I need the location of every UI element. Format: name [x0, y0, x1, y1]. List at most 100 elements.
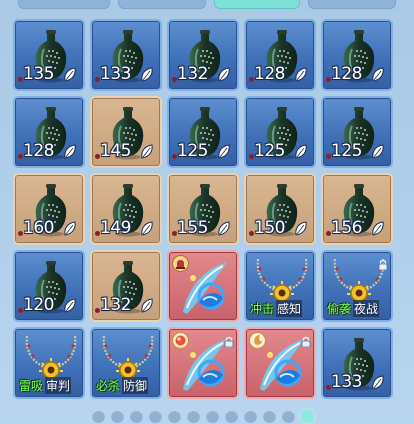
leaf-icon: [217, 144, 231, 160]
inventory-slot[interactable]: 125: [321, 96, 393, 168]
inventory-slot[interactable]: 128: [244, 19, 316, 91]
skill-tag-secondary: 夜战: [353, 300, 380, 317]
leaf-icon: [217, 221, 231, 237]
skill-tags: 冲击 感知: [250, 300, 310, 317]
item-count: 133: [100, 64, 131, 84]
item-count: 133: [331, 372, 362, 392]
inventory-slot[interactable]: 雷吸 审判: [13, 327, 85, 399]
leaf-icon: [294, 144, 308, 160]
item-count: 128: [23, 141, 54, 161]
inventory-slot[interactable]: 149: [90, 173, 162, 245]
inventory-slot[interactable]: 125: [244, 96, 316, 168]
item-count: 135: [23, 64, 54, 84]
leaf-icon: [140, 67, 154, 83]
skill-tag-primary: 雷吸: [19, 379, 44, 393]
item-count: 156: [331, 218, 362, 238]
leaf-icon: [371, 375, 385, 391]
item-count: 128: [331, 64, 362, 84]
page-dot[interactable]: [130, 410, 143, 423]
tab-1[interactable]: [18, 0, 110, 9]
tab-2[interactable]: [118, 0, 206, 9]
inventory-slot[interactable]: [244, 327, 316, 399]
item-count: 125: [254, 141, 285, 161]
leaf-icon: [217, 67, 231, 83]
inventory-slot[interactable]: 160: [13, 173, 85, 245]
item-count: 125: [331, 141, 362, 161]
inventory-slot[interactable]: 128: [13, 96, 85, 168]
leaf-icon: [63, 221, 77, 237]
inventory-slot[interactable]: 133: [321, 327, 393, 399]
necklace-icon: [252, 255, 312, 303]
inventory-grid: 135 133 132 128 128 128 145 125 125 125 …: [13, 19, 393, 399]
tab-bar: [0, 0, 414, 12]
lock-icon: [378, 255, 388, 271]
skill-tag-secondary: 防御: [122, 377, 149, 394]
inventory-slot[interactable]: 132: [90, 250, 162, 322]
skill-tags: 雷吸 审判: [19, 377, 79, 394]
inventory-slot[interactable]: 133: [90, 19, 162, 91]
page-dot[interactable]: [168, 410, 181, 423]
leaf-icon: [140, 144, 154, 160]
bell-badge-icon: [172, 255, 189, 272]
page-dot[interactable]: [263, 410, 276, 423]
leaf-icon: [63, 67, 77, 83]
page-dot-active[interactable]: [301, 410, 314, 423]
inventory-slot[interactable]: [167, 250, 239, 322]
inventory-slot[interactable]: 135: [13, 19, 85, 91]
page-dot[interactable]: [149, 410, 162, 423]
skill-tag-primary: 冲击: [250, 302, 275, 316]
inventory-slot[interactable]: 145: [90, 96, 162, 168]
item-count: 145: [100, 141, 131, 161]
inventory-slot[interactable]: 120: [13, 250, 85, 322]
inventory-slot[interactable]: [167, 327, 239, 399]
orb-badge-icon: [172, 332, 189, 349]
item-count: 128: [254, 64, 285, 84]
page-dot[interactable]: [282, 410, 295, 423]
inventory-slot[interactable]: 155: [167, 173, 239, 245]
page-dot[interactable]: [244, 410, 257, 423]
page-dot[interactable]: [225, 410, 238, 423]
page-dot[interactable]: [187, 410, 200, 423]
item-count: 125: [177, 141, 208, 161]
skill-tag-secondary: 感知: [276, 300, 303, 317]
skill-tags: 偷袭 夜战: [327, 300, 387, 317]
inventory-slot[interactable]: 125: [167, 96, 239, 168]
skill-tag-secondary: 审判: [45, 377, 72, 394]
item-count: 132: [177, 64, 208, 84]
inventory-slot[interactable]: 156: [321, 173, 393, 245]
leaf-icon: [371, 67, 385, 83]
item-count: 132: [100, 295, 131, 315]
skill-tags: 必杀 防御: [96, 377, 156, 394]
inventory-slot[interactable]: 128: [321, 19, 393, 91]
item-count: 150: [254, 218, 285, 238]
lock-icon: [301, 332, 311, 348]
inventory-slot[interactable]: 132: [167, 19, 239, 91]
inventory-slot[interactable]: 冲击 感知: [244, 250, 316, 322]
skill-tag-primary: 必杀: [96, 379, 121, 393]
leaf-icon: [371, 144, 385, 160]
necklace-icon: [21, 332, 81, 380]
leaf-icon: [63, 144, 77, 160]
inventory-slot[interactable]: 偷袭 夜战: [321, 250, 393, 322]
page-dot[interactable]: [111, 410, 124, 423]
leaf-icon: [140, 298, 154, 314]
leaf-icon: [294, 221, 308, 237]
tab-4[interactable]: [308, 0, 396, 9]
leaf-icon: [371, 221, 385, 237]
necklace-icon: [98, 332, 158, 380]
page-indicator: [92, 410, 314, 424]
skill-tag-primary: 偷袭: [327, 302, 352, 316]
item-count: 155: [177, 218, 208, 238]
item-count: 149: [100, 218, 131, 238]
leaf-icon: [294, 67, 308, 83]
item-count: 160: [23, 218, 54, 238]
page-dot[interactable]: [206, 410, 219, 423]
tab-3-active[interactable]: [214, 0, 300, 9]
leaf-icon: [140, 221, 154, 237]
lock-icon: [224, 332, 234, 348]
inventory-slot[interactable]: 必杀 防御: [90, 327, 162, 399]
leaf-icon: [63, 298, 77, 314]
moon-badge-icon: [249, 332, 266, 349]
page-dot[interactable]: [92, 410, 105, 423]
inventory-slot[interactable]: 150: [244, 173, 316, 245]
